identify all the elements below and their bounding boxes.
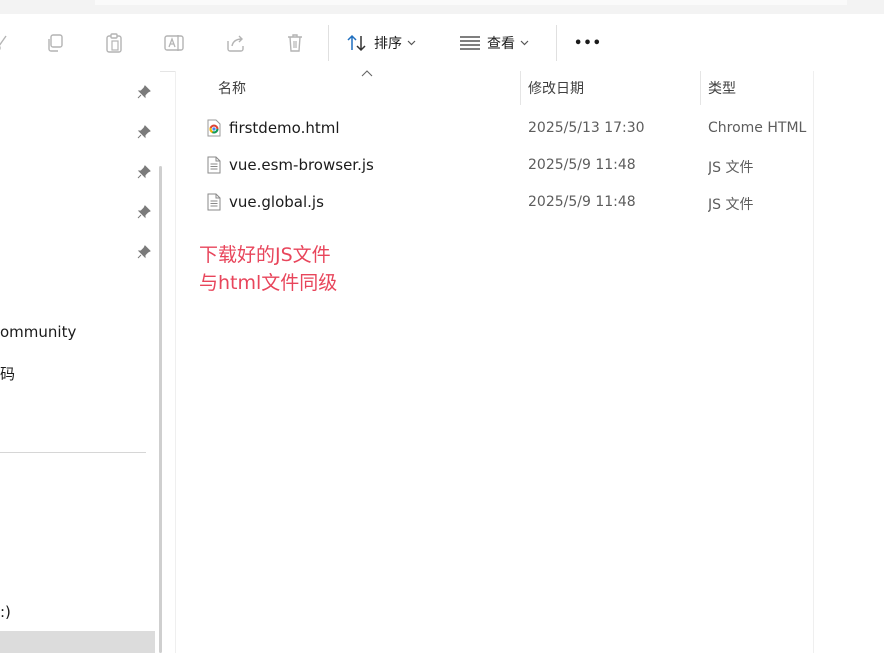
sort-label: 排序 (374, 36, 402, 52)
nav-item-code[interactable]: 码 (0, 363, 15, 384)
file-type: JS 文件 (708, 197, 754, 213)
delete-button[interactable] (283, 29, 307, 57)
sort-ascending-caret-icon (361, 70, 373, 77)
js-file-icon (207, 193, 221, 211)
rename-icon (164, 35, 184, 51)
file-row[interactable]: vue.esm-browser.js 2025/5/9 11:48 JS 文件 (176, 147, 813, 184)
file-name: vue.esm-browser.js (229, 156, 374, 174)
view-list-icon (460, 36, 480, 50)
view-button[interactable]: 查看 (459, 29, 541, 57)
navigation-pane: ommunity 码 :) (0, 71, 160, 653)
file-row[interactable]: firstdemo.html 2025/5/13 17:30 Chrome HT… (176, 110, 813, 147)
share-icon (227, 35, 244, 52)
file-type: Chrome HTML (708, 120, 807, 136)
file-date: 2025/5/9 11:48 (528, 157, 636, 173)
nav-divider (0, 452, 146, 453)
annotation-line-2: 与html文件同级 (199, 272, 338, 294)
sort-arrows-icon (347, 34, 366, 52)
view-label: 查看 (487, 36, 515, 52)
file-date: 2025/5/13 17:30 (528, 120, 645, 136)
rename-button[interactable] (162, 29, 186, 57)
file-list: 名称 修改日期 类型 firstdemo.html 2025/5/13 17:3… (176, 70, 884, 653)
more-icon: ••• (574, 35, 602, 51)
pin-icon[interactable] (137, 125, 151, 139)
window-tab-edge (95, 0, 847, 5)
more-options-button[interactable]: ••• (572, 29, 604, 57)
pin-icon[interactable] (137, 205, 151, 219)
js-file-icon (207, 156, 221, 174)
column-date-label: 修改日期 (528, 81, 584, 97)
nav-scrollbar[interactable] (159, 166, 162, 653)
nav-item-community[interactable]: ommunity (0, 323, 76, 341)
title-strip (0, 0, 884, 14)
nav-item-selected[interactable] (0, 631, 155, 653)
sort-button[interactable]: 排序 (346, 29, 428, 57)
file-type: JS 文件 (708, 160, 754, 176)
chrome-html-icon (207, 119, 221, 137)
column-type-label: 类型 (708, 81, 736, 97)
column-header-date[interactable]: 修改日期 (528, 71, 584, 105)
column-header-type[interactable]: 类型 (708, 71, 736, 105)
copy-icon (48, 34, 63, 52)
file-name: vue.global.js (229, 193, 324, 211)
file-name: firstdemo.html (229, 119, 340, 137)
clipboard-icon (106, 33, 122, 53)
chevron-down-icon (520, 40, 529, 46)
annotation-line-1: 下载好的JS文件 (199, 244, 331, 266)
scissors-icon (0, 35, 7, 51)
column-separator[interactable] (700, 71, 701, 105)
pin-icon[interactable] (137, 85, 151, 99)
nav-item-drive[interactable]: :) (0, 603, 11, 621)
column-header-name[interactable]: 名称 (218, 71, 246, 105)
column-name-label: 名称 (218, 81, 246, 97)
content-right-edge (813, 71, 814, 653)
pin-icon[interactable] (137, 165, 151, 179)
column-separator[interactable] (520, 71, 521, 105)
file-date: 2025/5/9 11:48 (528, 194, 636, 210)
toolbar-separator (556, 25, 557, 61)
file-row[interactable]: vue.global.js 2025/5/9 11:48 JS 文件 (176, 184, 813, 221)
command-bar: 排序 查看 ••• (0, 14, 884, 72)
toolbar-separator (328, 25, 329, 61)
pin-icon[interactable] (137, 245, 151, 259)
chevron-down-icon (407, 40, 416, 46)
cut-button[interactable] (0, 29, 12, 57)
paste-button[interactable] (102, 29, 126, 57)
copy-button[interactable] (43, 29, 67, 57)
share-button[interactable] (224, 29, 248, 57)
trash-icon (288, 34, 302, 52)
